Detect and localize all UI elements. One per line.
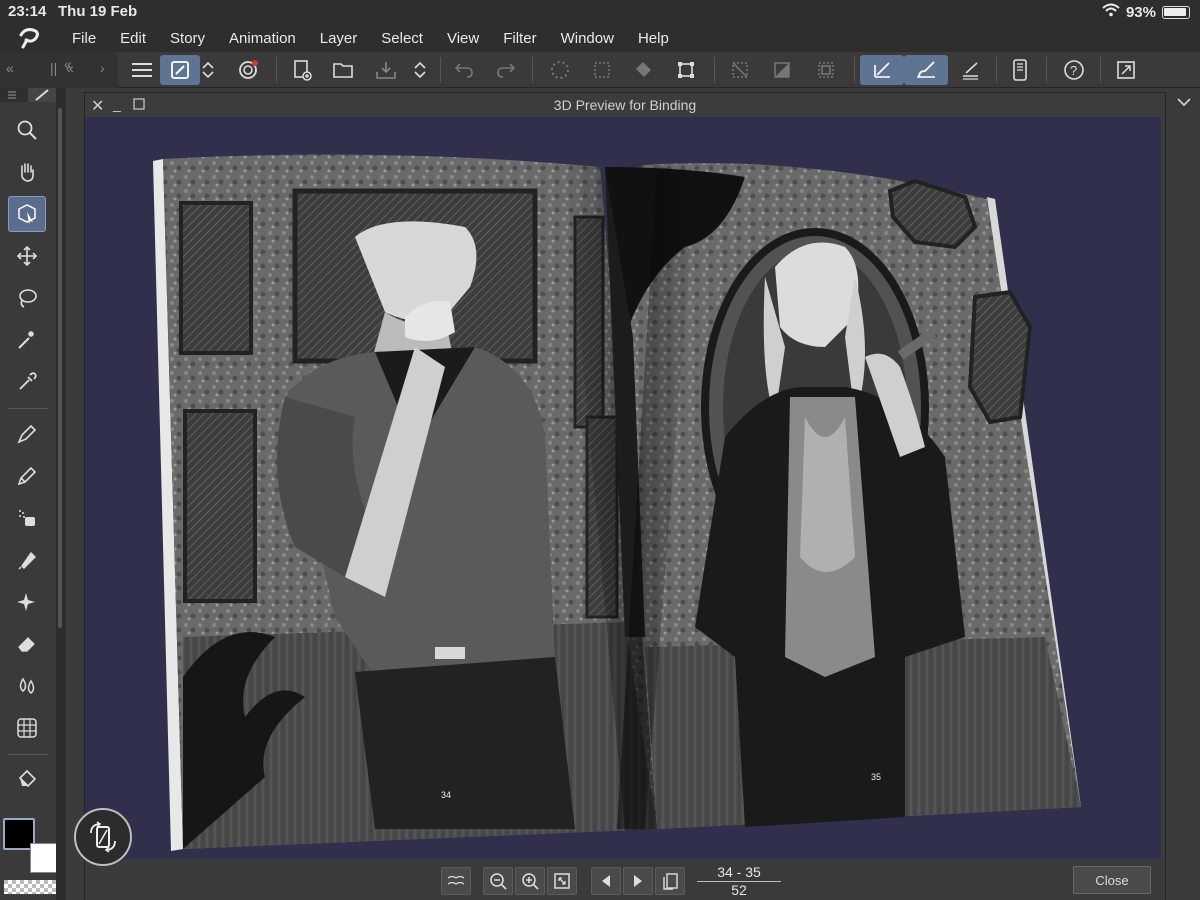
object-select-icon[interactable]	[8, 196, 46, 232]
preview-viewport[interactable]: 34 35	[85, 117, 1161, 859]
redo-icon[interactable]	[486, 55, 526, 85]
preview-bottom-bar: 34 - 35 52 Close	[85, 859, 1165, 900]
menu-filter[interactable]: Filter	[491, 30, 548, 47]
invert-selection-icon[interactable]	[762, 55, 802, 85]
blend-icon[interactable]	[8, 668, 46, 704]
transform-icon[interactable]	[582, 55, 622, 85]
collapse-left-icon[interactable]: «	[6, 60, 14, 76]
magic-wand-icon[interactable]	[8, 322, 46, 358]
hand-icon[interactable]	[8, 154, 46, 190]
lasso-icon[interactable]	[8, 280, 46, 316]
right-panel-strip	[1166, 88, 1200, 900]
menu-story[interactable]: Story	[158, 30, 217, 47]
updown-icon[interactable]	[194, 55, 222, 85]
left-page-number: 34	[441, 790, 451, 800]
rotate-device-button[interactable]	[74, 808, 132, 866]
svg-text:?: ?	[1070, 63, 1077, 78]
page-list-icon[interactable]	[655, 867, 685, 895]
collapse-toggle-icon[interactable]: «	[64, 56, 84, 76]
menu-view[interactable]: View	[435, 30, 491, 47]
wifi-icon	[1102, 3, 1120, 21]
menu-window[interactable]: Window	[549, 30, 626, 47]
loading-icon[interactable]	[540, 55, 580, 85]
grid-icon[interactable]	[8, 710, 46, 746]
status-bar: 23:14 Thu 19 Feb 93%	[0, 0, 1200, 24]
airbrush-icon[interactable]	[8, 500, 46, 536]
open-folder-icon[interactable]	[324, 55, 364, 85]
save-icon[interactable]	[366, 55, 406, 85]
left-page	[163, 154, 657, 849]
battery-percent: 93%	[1125, 3, 1156, 21]
new-page-icon[interactable]	[282, 55, 322, 85]
menu-animation[interactable]: Animation	[217, 30, 308, 47]
status-time: 23:14	[8, 3, 47, 20]
menu-select[interactable]: Select	[369, 30, 435, 47]
spiral-icon[interactable]	[228, 55, 268, 85]
fill-bucket-icon[interactable]	[8, 762, 46, 798]
ruler-icon[interactable]	[950, 55, 990, 85]
help-icon[interactable]: ?	[1054, 55, 1094, 85]
binding-view-icon[interactable]	[441, 867, 471, 895]
page-total: 52	[731, 882, 747, 898]
next-page-icon[interactable]	[623, 867, 653, 895]
right-page	[605, 163, 1081, 830]
pen-ruler-icon[interactable]	[860, 55, 904, 85]
menu-file[interactable]: File	[60, 30, 108, 47]
device-icon[interactable]	[1000, 55, 1040, 85]
tool-panel	[0, 88, 60, 900]
fill-icon[interactable]	[624, 55, 664, 85]
menu-help[interactable]: Help	[626, 30, 681, 47]
page-indicator: 34 - 35 52	[697, 864, 781, 899]
zoom-in-icon[interactable]	[515, 867, 545, 895]
clear-selection-icon[interactable]	[720, 55, 760, 85]
menu-layer[interactable]: Layer	[308, 30, 370, 47]
eyedropper-icon[interactable]	[8, 364, 46, 400]
pencil-icon[interactable]	[8, 458, 46, 494]
app-logo-icon[interactable]	[0, 24, 60, 52]
pen-icon[interactable]	[8, 416, 46, 452]
battery-icon	[1162, 5, 1190, 19]
rotate-icon	[90, 821, 116, 853]
preview-titlebar: ✕ _ 3D Preview for Binding	[85, 93, 1165, 117]
marker-icon[interactable]	[8, 542, 46, 578]
preview-window: ✕ _ 3D Preview for Binding 34 35 34 - 35…	[84, 92, 1166, 900]
right-page-number: 35	[871, 772, 881, 782]
panel-divider-icon: ||	[50, 60, 58, 76]
updown-icon[interactable]	[406, 55, 434, 85]
zoom-icon[interactable]	[8, 112, 46, 148]
command-bar: « || « › ?	[0, 52, 1200, 88]
close-button[interactable]: Close	[1073, 866, 1151, 894]
menu-icon[interactable]	[122, 55, 162, 85]
panel-collapse-area: « || « ›	[0, 52, 118, 88]
chevron-down-icon[interactable]	[1176, 94, 1192, 112]
window-title: 3D Preview for Binding	[553, 97, 697, 113]
crop-icon[interactable]	[666, 55, 706, 85]
fit-view-icon[interactable]	[547, 867, 577, 895]
tool-panel-scrollbar[interactable]	[56, 88, 66, 900]
page-range: 34 - 35	[717, 864, 761, 880]
expand-right-icon[interactable]: ›	[100, 60, 105, 76]
status-date: Thu 19 Feb	[58, 3, 138, 20]
undo-icon[interactable]	[444, 55, 484, 85]
transparent-color[interactable]	[4, 880, 58, 894]
selection-border-icon[interactable]	[806, 55, 846, 85]
brush-ruler-icon[interactable]	[904, 55, 948, 85]
menu-edit[interactable]: Edit	[108, 30, 158, 47]
prev-page-icon[interactable]	[591, 867, 621, 895]
fullscreen-icon[interactable]	[1106, 55, 1146, 85]
zoom-out-icon[interactable]	[483, 867, 513, 895]
move-icon[interactable]	[8, 238, 46, 274]
book-preview: 34 35	[153, 154, 1081, 851]
tool-panel-tabs	[0, 88, 56, 102]
menu-bar: File Edit Story Animation Layer Select V…	[0, 24, 1200, 52]
sparkle-icon[interactable]	[8, 584, 46, 620]
eraser-icon[interactable]	[8, 626, 46, 662]
